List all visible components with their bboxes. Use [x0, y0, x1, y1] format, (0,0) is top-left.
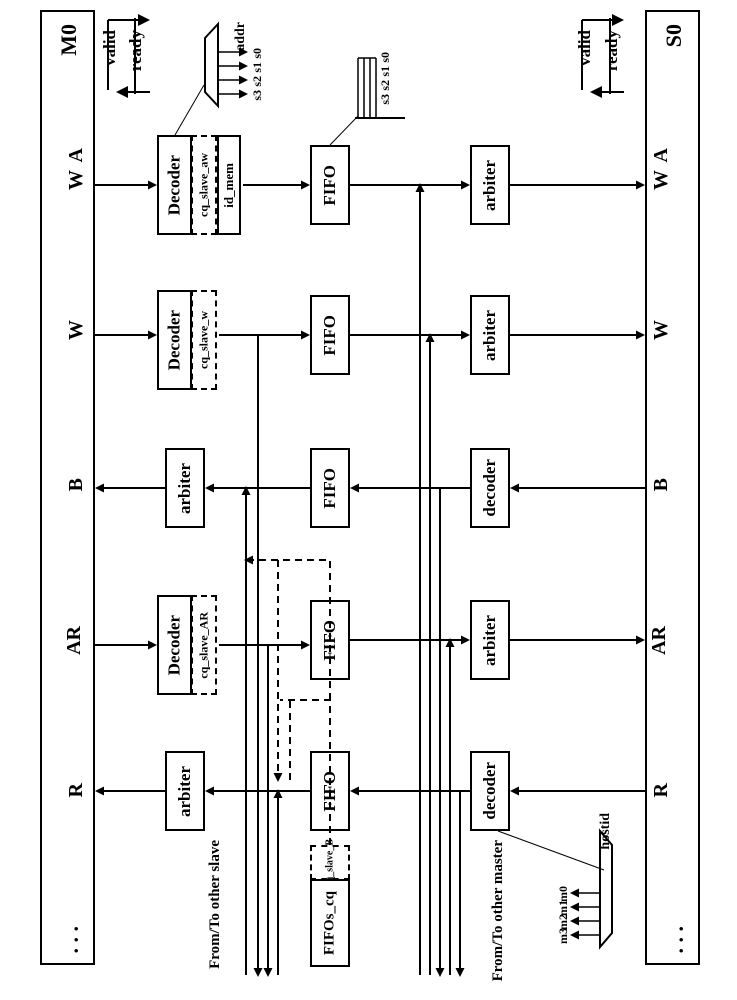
m0-w: W [65, 320, 88, 340]
w-slave-arbiter: arbiter [470, 295, 510, 375]
w-fifo: FIFO [310, 295, 350, 375]
m0-aw-a: A [65, 148, 88, 162]
s0-ready-label: ready [602, 30, 622, 71]
s0-r: R [650, 783, 673, 797]
addr-out-s2: s2 [250, 76, 265, 87]
m0-r: R [65, 783, 88, 797]
fifo-out-s2: s2 [378, 80, 393, 91]
b-fifo: FIFO [310, 448, 350, 528]
w-master-decoder: Decoder [157, 290, 192, 390]
aw-master-decoder: Decoder [157, 135, 192, 235]
addr-out-s0: s0 [250, 48, 265, 59]
slave-dots: . . . [663, 926, 689, 954]
fifo-out-s0: s0 [378, 52, 393, 63]
ar-master-decoder: Decoder [157, 595, 192, 695]
connectors-svg [0, 0, 737, 1000]
b-master-arbiter: arbiter [165, 448, 205, 528]
cq-slave-w: cq_slave_w [191, 290, 217, 390]
id-mem: id_mem [217, 135, 241, 235]
aw-slave-arbiter: arbiter [470, 145, 510, 225]
fifo-out-s1: s1 [378, 66, 393, 77]
ar-slave-arbiter: arbiter [470, 600, 510, 680]
cq-slave-ar: cq_slave_AR [191, 595, 217, 695]
b-slave-decoder: decoder [470, 448, 510, 528]
fifos-cq: FIFOs_cq [310, 879, 350, 967]
m0-valid-label: valid [100, 30, 120, 66]
addr-out-s3: s3 [250, 90, 265, 101]
m0-aw-w: W [65, 170, 88, 190]
master-dots: . . . [58, 926, 84, 954]
slave-title: S0 [661, 24, 687, 47]
s0-aw-a: A [650, 148, 673, 162]
cq-slave-b: cq_slave_B [310, 845, 350, 880]
ar-fifo: FIFO [310, 600, 350, 680]
s0-valid-label: valid [575, 30, 595, 66]
from-to-other-master: From/To other master [490, 840, 507, 981]
from-to-other-slave: From/To other slave [207, 840, 224, 969]
r-fifo: FIFO [310, 751, 350, 831]
s0-w: W [650, 320, 673, 340]
hostid-out-m3: m3 [556, 928, 571, 944]
master-title: M0 [56, 24, 82, 56]
fifo-out-s3: s3 [378, 94, 393, 105]
r-slave-decoder: decoder [470, 751, 510, 831]
s0-b: B [650, 478, 673, 491]
addr-label: addr [233, 22, 249, 51]
r-master-arbiter: arbiter [165, 751, 205, 831]
s0-ar: AR [648, 626, 671, 655]
aw-fifo: FIFO [310, 145, 350, 225]
m0-b: B [65, 478, 88, 491]
addr-out-s1: s1 [250, 62, 265, 73]
m0-ready-label: ready [126, 30, 146, 71]
hostid-label: hostid [598, 813, 614, 850]
cq-slave-aw: cq_slave_aw [191, 135, 217, 235]
m0-ar: AR [63, 626, 86, 655]
s0-aw-w: W [650, 170, 673, 190]
